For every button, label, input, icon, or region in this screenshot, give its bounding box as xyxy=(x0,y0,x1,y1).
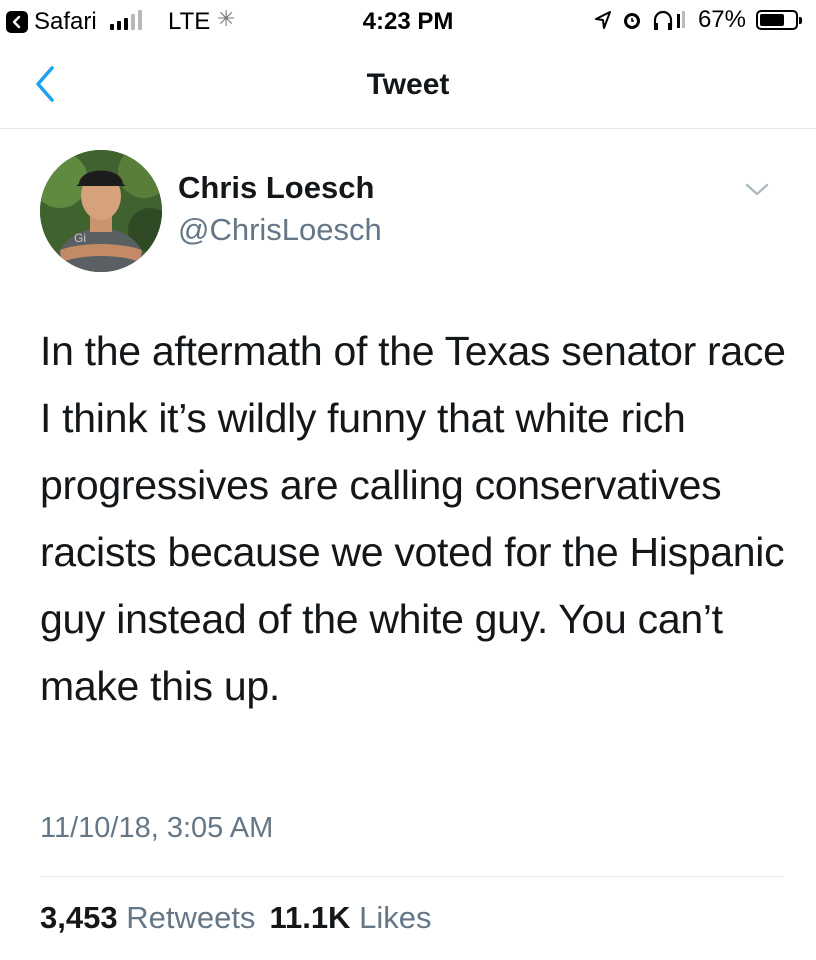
status-bar: Safari LTE ✳ 4:23 PM 67% xyxy=(0,0,816,44)
tweet-text: In the aftermath of the Texas senator ra… xyxy=(40,328,786,709)
battery-percent: 67% xyxy=(697,6,746,33)
alarm-icon xyxy=(623,13,640,29)
svg-text:Gi: Gi xyxy=(74,231,86,245)
likes-label: Likes xyxy=(359,900,432,935)
retweets-label: Retweets xyxy=(126,900,256,935)
avatar[interactable]: Gi xyxy=(40,150,162,272)
headphones-icon xyxy=(653,10,685,30)
tweet-stats: 3,453 Retweets 11.1K Likes xyxy=(40,900,431,936)
nav-bar: Tweet xyxy=(0,44,816,129)
status-right: 67% xyxy=(594,6,802,34)
author-handle[interactable]: @ChrisLoesch xyxy=(178,212,382,248)
likes-count: 11.1K xyxy=(269,900,351,935)
battery-icon xyxy=(756,10,802,30)
tweet-timestamp[interactable]: 11/10/18, 3:05 AM xyxy=(40,812,273,845)
location-arrow-icon xyxy=(594,11,611,29)
retweets-stat[interactable]: 3,453 Retweets xyxy=(40,900,255,935)
more-options-button[interactable] xyxy=(744,182,770,203)
author-name[interactable]: Chris Loesch xyxy=(178,170,374,206)
caret-down-icon xyxy=(745,183,769,196)
likes-stat[interactable]: 11.1K Likes xyxy=(269,900,431,935)
page-title: Tweet xyxy=(366,68,450,101)
divider xyxy=(40,876,784,877)
retweets-count: 3,453 xyxy=(40,900,118,935)
